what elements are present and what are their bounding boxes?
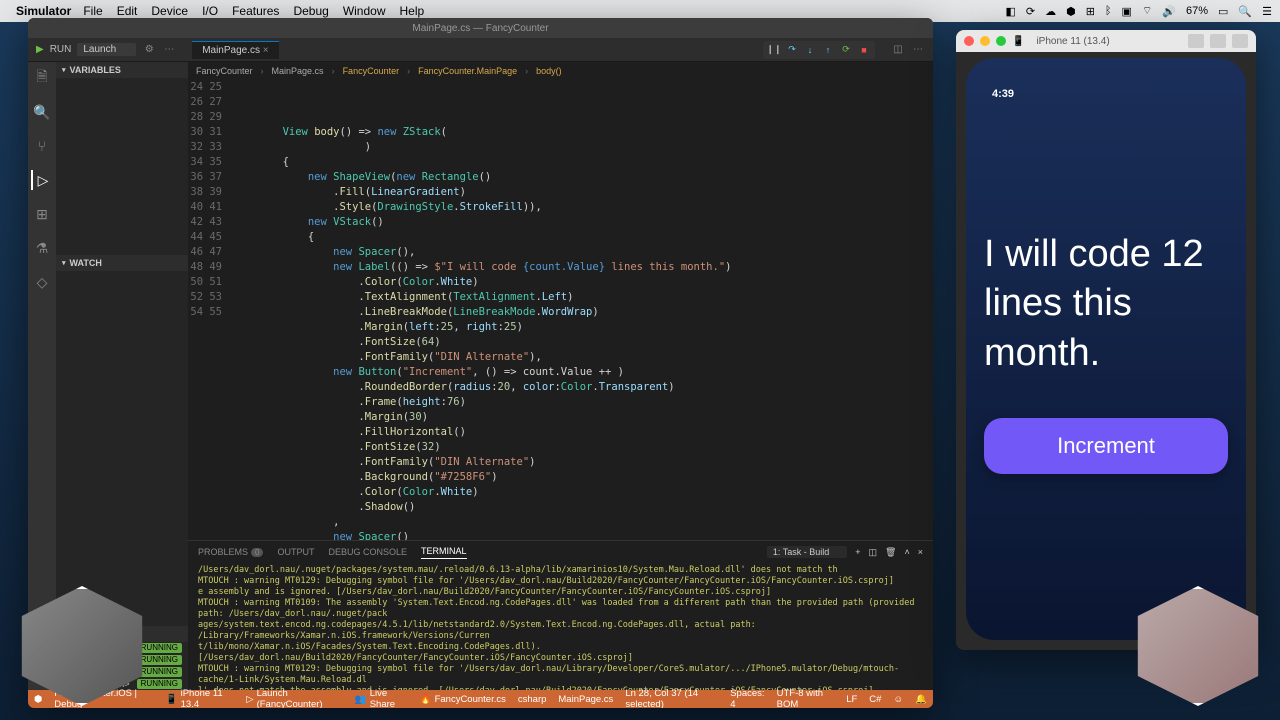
codelens-refs[interactable]: 0 references (296, 80, 354, 83)
ide-toolbar: ▶ RUN Launch ⚙ ⋯ MainPage.cs × ❙❙ ↷ ↓ ↑ … (28, 38, 933, 62)
test-icon[interactable]: ⚗ (32, 238, 52, 258)
search-icon[interactable]: 🔍 (32, 102, 52, 122)
launch-config-select[interactable]: Launch (77, 43, 136, 56)
tray-icon[interactable]: ⊞ (1086, 5, 1095, 18)
extensions-icon[interactable]: ⊞ (32, 204, 52, 224)
bluetooth-icon[interactable]: ᛒ (1105, 5, 1112, 17)
app-label: I will code 12 lines this month. (984, 230, 1228, 378)
status-filetype[interactable]: C# (869, 688, 881, 708)
device-indicator-icon: 📱 (1012, 36, 1024, 47)
panel-tab-problems[interactable]: PROBLEMS0 (198, 547, 263, 557)
activity-bar: 🗎 🔍 ⑂ ▷ ⊞ ⚗ ◇ (28, 62, 56, 690)
status-eol[interactable]: LF (846, 688, 857, 708)
battery-icon[interactable]: ▭ (1218, 5, 1228, 18)
feedback-icon[interactable]: ☺ (893, 688, 903, 708)
panel-tab-terminal[interactable]: TERMINAL (421, 546, 467, 559)
chevron-up-icon[interactable]: ˄ (904, 547, 909, 557)
status-lang[interactable]: csharp (518, 694, 547, 705)
tray-icon[interactable]: ⬢ (1066, 5, 1076, 18)
editor-area: FancyCounter MainPage.cs FancyCounter Fa… (188, 62, 933, 690)
gear-icon[interactable]: ⚙ (142, 43, 156, 57)
menu-features[interactable]: Features (232, 4, 279, 18)
plus-icon[interactable]: + (855, 547, 860, 557)
scm-icon[interactable]: ⑂ (32, 136, 52, 156)
status-launch[interactable]: ▷ Launch (FancyCounter) (246, 688, 343, 708)
run-label: RUN (50, 44, 72, 55)
run-play-icon[interactable]: ▶ (36, 44, 44, 55)
split-editor-icon[interactable]: ◫ (891, 43, 905, 57)
menu-debug[interactable]: Debug (293, 4, 328, 18)
spotlight-icon[interactable]: 🔍 (1238, 5, 1252, 18)
bottom-panel: PROBLEMS0 OUTPUT DEBUG CONSOLE TERMINAL … (188, 540, 933, 690)
tray-icon[interactable]: ⟳ (1026, 5, 1035, 18)
zoom-window-icon[interactable] (996, 36, 1006, 46)
terminal-output[interactable]: /Users/dav_dorl.nau/.nuget/packages/syst… (188, 563, 933, 690)
simulator-device-label: iPhone 11 (13.4) (1036, 36, 1109, 47)
menu-help[interactable]: Help (400, 4, 425, 18)
editor-tab[interactable]: MainPage.cs × (192, 41, 278, 59)
activity-icon[interactable]: ◇ (32, 272, 52, 292)
split-icon[interactable]: ◫ (869, 547, 878, 558)
window-title: MainPage.cs — FancyCounter (28, 18, 933, 38)
close-window-icon[interactable] (964, 36, 974, 46)
panel-tab-debug-console[interactable]: DEBUG CONSOLE (328, 547, 407, 557)
status-hex-icon[interactable]: ⬢ (34, 694, 42, 705)
simulator-titlebar: 📱 iPhone 11 (13.4) (956, 30, 1256, 52)
status-file[interactable]: 🔥 FancyCounter.cs (420, 694, 506, 705)
screenshot-icon[interactable] (1188, 34, 1204, 48)
debug-stop-icon[interactable]: ■ (857, 43, 871, 57)
watch-section[interactable]: WATCH (56, 255, 188, 271)
status-device[interactable]: 📱 iPhone 11 13.4 (166, 688, 234, 708)
vscode-window: MainPage.cs — FancyCounter ▶ RUN Launch … (28, 18, 933, 708)
status-liveshare[interactable]: 👥 Live Share (355, 688, 408, 708)
wifi-icon[interactable]: ⌔ (1142, 4, 1152, 18)
debug-icon[interactable]: ▷ (31, 170, 51, 190)
panel-tab-output[interactable]: OUTPUT (277, 547, 314, 557)
ios-simulator-window: 📱 iPhone 11 (13.4) 4:39 I will code 12 l… (956, 30, 1256, 650)
volume-icon[interactable]: 🔊 (1162, 5, 1176, 18)
code-editor[interactable]: 24 25 26 27 28 29 30 31 32 33 34 35 36 3… (188, 80, 933, 540)
status-bar: ⬢ FancyCounter.iOS | Debug 📱 iPhone 11 1… (28, 690, 933, 708)
trash-icon[interactable]: 🗑 (885, 547, 896, 558)
battery-pct[interactable]: 67% (1186, 5, 1208, 17)
home-icon[interactable] (1210, 34, 1226, 48)
menu-device[interactable]: Device (151, 4, 188, 18)
increment-button[interactable]: Increment (984, 418, 1228, 474)
debug-step-over-icon[interactable]: ↷ (785, 43, 799, 57)
menu-window[interactable]: Window (343, 4, 386, 18)
menubar-app-name[interactable]: Simulator (16, 4, 71, 18)
status-time: 4:39 (984, 88, 1228, 100)
tray-icon[interactable]: ▣ (1122, 5, 1132, 18)
tray-icon[interactable]: ◧ (1005, 5, 1015, 18)
debug-pause-icon[interactable]: ❙❙ (767, 43, 781, 57)
menu-file[interactable]: File (83, 4, 102, 18)
status-spaces[interactable]: Spaces: 4 (730, 688, 764, 708)
status-cursor[interactable]: Ln 28, Col 37 (14 selected) (625, 688, 718, 708)
status-encoding[interactable]: UTF-8 with BOM (777, 688, 835, 708)
more-icon[interactable]: ⋯ (911, 43, 925, 57)
notifications-icon[interactable]: ☰ (1262, 5, 1272, 18)
status-page[interactable]: MainPage.cs (558, 694, 613, 705)
debug-step-out-icon[interactable]: ↑ (821, 43, 835, 57)
menu-io[interactable]: I/O (202, 4, 218, 18)
explorer-icon[interactable]: 🗎 (32, 68, 52, 88)
debug-step-into-icon[interactable]: ↓ (803, 43, 817, 57)
minimize-window-icon[interactable] (980, 36, 990, 46)
bell-icon[interactable]: 🔔 (915, 688, 927, 708)
breadcrumb[interactable]: FancyCounter MainPage.cs FancyCounter Fa… (188, 62, 933, 80)
ellipsis-icon[interactable]: ⋯ (162, 43, 176, 57)
menubar-right: ◧ ⟳ ☁ ⬢ ⊞ ᛒ ▣ ⌔ 🔊 67% ▭ 🔍 ☰ (1005, 4, 1272, 18)
simulator-screen[interactable]: 4:39 I will code 12 lines this month. In… (966, 58, 1246, 640)
close-icon[interactable]: × (263, 45, 269, 56)
tray-icon[interactable]: ☁ (1045, 5, 1056, 18)
debug-controls: ❙❙ ↷ ↓ ↑ ⟳ ■ (763, 41, 875, 59)
menu-edit[interactable]: Edit (117, 4, 138, 18)
terminal-select[interactable]: 1: Task - Build (767, 546, 847, 558)
variables-section[interactable]: VARIABLES (56, 62, 188, 78)
debug-restart-icon[interactable]: ⟳ (839, 43, 853, 57)
close-icon[interactable]: × (918, 547, 923, 557)
rotate-icon[interactable] (1232, 34, 1248, 48)
